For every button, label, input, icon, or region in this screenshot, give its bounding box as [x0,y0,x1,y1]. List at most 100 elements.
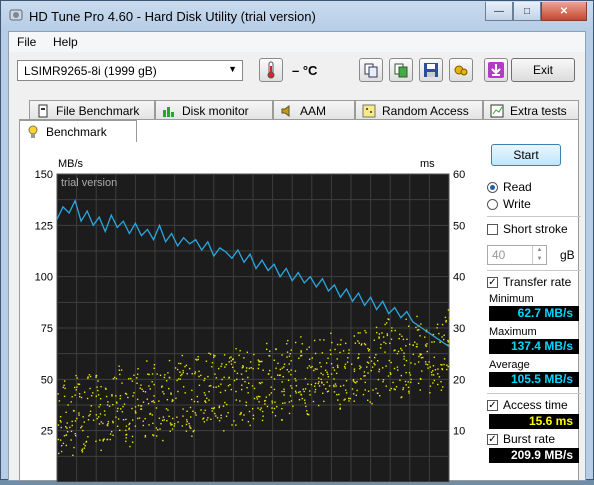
access-time-point [266,342,268,345]
access-time-point [397,350,400,353]
short-stroke-checkbox[interactable]: Short stroke [487,222,568,236]
access-time-point [264,403,266,405]
access-time-point [271,411,274,413]
access-time-point [421,370,423,372]
access-time-point [325,362,328,364]
access-time-point [246,351,248,353]
access-time-point [228,361,230,363]
start-button[interactable]: Start [491,144,561,166]
access-time-point [344,389,347,391]
access-time-point [140,405,142,407]
tab-extra-tests[interactable]: Extra tests [483,100,579,120]
access-time-point [115,395,117,397]
tab-disk-monitor[interactable]: Disk monitor [155,100,273,120]
access-time-point [283,394,285,396]
write-radio[interactable]: Write [487,197,531,211]
access-time-point [65,444,68,447]
access-time-point [168,415,170,418]
access-time-point [194,371,197,373]
access-time-point [102,422,104,425]
read-radio[interactable]: Read [487,180,532,194]
transfer-rate-checkbox[interactable]: ✓ Transfer rate [487,275,571,289]
access-time-point [284,402,286,404]
burst-rate-checkbox[interactable]: ✓ Burst rate [487,432,555,446]
access-time-point [90,405,93,407]
access-time-point [203,379,205,382]
tab-file-benchmark[interactable]: File Benchmark [29,100,155,120]
access-time-point [378,370,380,373]
access-time-point [119,397,121,400]
minimize-button[interactable]: — [485,2,513,21]
menu-help[interactable]: Help [53,35,78,49]
download-icon [488,62,504,78]
close-button[interactable]: ✕ [541,2,587,21]
access-time-point [76,377,78,379]
access-time-point [197,356,199,358]
access-time-point [339,407,342,409]
access-time-point [182,371,184,374]
access-time-point [277,362,279,365]
save-button[interactable] [419,58,443,82]
access-time-point [327,357,329,360]
access-time-point [288,355,291,357]
access-time-point [181,425,184,427]
access-time-point [385,342,387,345]
tab-aam[interactable]: AAM [273,100,355,120]
drive-select[interactable]: LSIMR9265-8i (1999 gB) ▼ [17,60,243,81]
access-time-point [367,362,370,364]
access-time-point [363,371,366,373]
access-time-point [198,384,201,387]
write-label: Write [503,197,531,211]
access-time-point [412,353,414,356]
access-time-point [329,349,332,351]
tab-benchmark[interactable]: Benchmark [19,120,137,142]
access-time-point [107,420,110,423]
access-time-point [433,379,436,382]
access-time-point [394,329,396,332]
access-time-point [295,380,297,382]
access-time-point [370,369,372,372]
exit-button[interactable]: Exit [511,58,575,82]
options-button[interactable] [449,58,473,82]
access-time-point [362,393,365,396]
menu-file[interactable]: File [17,35,36,49]
access-time-point [231,424,233,426]
access-time-checkbox[interactable]: ✓ Access time [487,398,568,412]
access-time-point [386,334,389,337]
access-time-point [88,374,91,376]
access-time-point [419,353,421,355]
access-time-point [78,383,81,385]
access-time-point [432,382,434,384]
access-time-point [194,372,196,375]
access-time-point [389,372,392,374]
access-time-point [228,357,231,359]
access-time-point [415,345,418,348]
window-title: HD Tune Pro 4.60 - Hard Disk Utility (tr… [29,9,316,24]
access-time-point [290,349,292,351]
download-button[interactable] [484,58,508,82]
access-time-point [426,363,429,366]
access-time-point [346,361,349,363]
access-time-point [299,391,301,393]
access-time-point [214,373,216,375]
access-time-point [247,392,249,394]
access-time-point [314,352,317,355]
access-time-point [243,414,245,416]
access-time-point [90,394,93,397]
access-time-point [204,394,207,396]
copy-info-button[interactable] [359,58,383,82]
maximize-button[interactable]: □ [513,2,541,21]
access-time-point [380,343,382,346]
access-time-point [310,366,312,369]
access-time-point [431,374,433,376]
access-time-point [214,355,216,357]
access-time-point [364,343,367,346]
short-stroke-spinner[interactable]: 40 ▲ ▼ [487,245,547,265]
access-time-point [426,350,428,353]
copy-screenshot-button[interactable] [389,58,413,82]
access-time-point [220,414,222,417]
access-time-value: 15.6 ms [489,414,579,429]
access-time-point [205,401,207,404]
access-time-point [185,430,188,432]
access-time-point [220,383,222,385]
